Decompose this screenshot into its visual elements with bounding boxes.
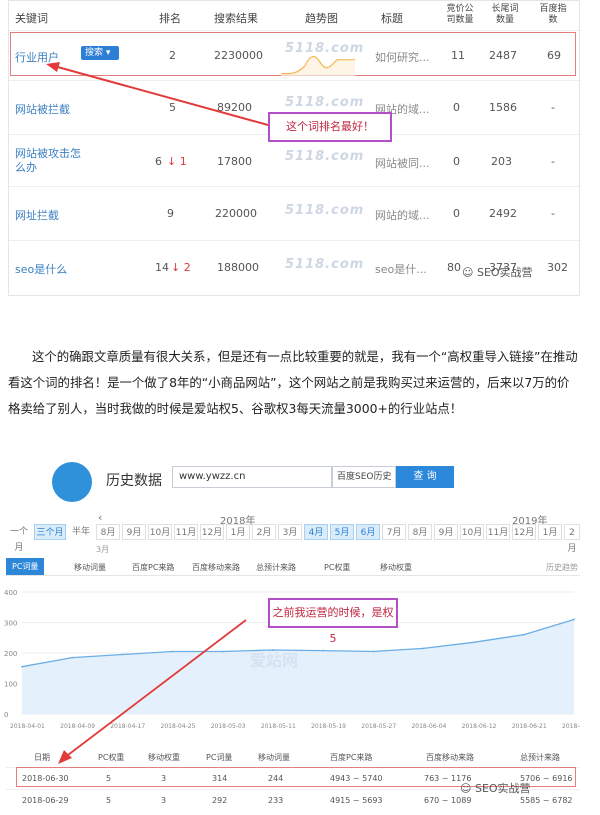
history-type-select[interactable]: 百度SEO历史	[332, 466, 396, 488]
y-tick-label: 400	[4, 589, 17, 597]
month-option[interactable]: 6月	[356, 524, 380, 540]
cell-value: 233	[268, 796, 284, 805]
month-option[interactable]: 3月	[278, 524, 302, 540]
col-pc-words: PC词量	[206, 753, 233, 762]
month-option[interactable]: 1月	[538, 524, 562, 540]
chevron-left-icon[interactable]: ‹	[98, 511, 102, 524]
month-option[interactable]: 7月	[382, 524, 406, 540]
tab-pc-words[interactable]: PC词量	[6, 558, 45, 575]
month-option[interactable]: 10月	[148, 524, 172, 540]
month-option[interactable]: 4月	[304, 524, 328, 540]
range-option[interactable]: 三个月	[34, 524, 66, 540]
tab-baidu-pc[interactable]: 百度PC来路	[132, 562, 174, 573]
pointer-arrow	[46, 62, 269, 126]
tab-mobile-words[interactable]: 移动词量	[74, 562, 106, 573]
article-paragraph: 这个的确跟文章质量有很大关系，但是还有一点比较重要的就是，我有一个“高权重导入链…	[8, 349, 578, 416]
month-option[interactable]: 11月	[174, 524, 198, 540]
cell-date: 2018-06-29	[22, 796, 69, 805]
range-option[interactable]: 一个月	[6, 524, 32, 553]
month-option[interactable]: 8月	[408, 524, 432, 540]
wechat-icon: ☺	[462, 266, 474, 279]
tab-baidu-mobile[interactable]: 百度移动来路	[192, 562, 240, 573]
col-baidu-mobile: 百度移动来路	[426, 753, 474, 762]
month-selector: 一个月 三个月 半年 8月 9月 10月 11月 12月 1月 2月 3月 4月…	[6, 524, 580, 554]
brand-text: SEO实战营	[476, 266, 533, 279]
month-option[interactable]: 2月	[252, 524, 276, 540]
month-option[interactable]: 5月	[330, 524, 354, 540]
col-date: 日期	[34, 753, 50, 762]
month-option[interactable]: 9月	[434, 524, 458, 540]
col-pc-weight: PC权重	[98, 753, 125, 762]
col-baidu-pc: 百度PC来路	[330, 753, 373, 762]
cell-value: 670 ~ 1089	[424, 796, 472, 805]
range-option[interactable]: 半年	[68, 524, 94, 540]
callout-best-rank: 这个词排名最好！	[268, 112, 392, 142]
month-option[interactable]: 12月	[512, 524, 536, 540]
col-total: 总预计来路	[520, 753, 560, 762]
brand-watermark: ☺ SEO实战营	[460, 780, 531, 796]
history-title: 历史数据	[106, 473, 162, 489]
tab-total-traffic[interactable]: 总预计来路	[256, 562, 296, 573]
cell-value: 3	[161, 796, 167, 805]
month-option[interactable]: 12月	[200, 524, 224, 540]
wechat-icon: ☺	[460, 782, 472, 795]
brand-text: SEO实战营	[474, 782, 531, 795]
month-option[interactable]: 11月	[486, 524, 510, 540]
month-option[interactable]: 10月	[460, 524, 484, 540]
metric-tabs: PC词量 移动词量 百度PC来路 百度移动来路 总预计来路 PC权重 移动权重 …	[6, 558, 580, 576]
query-button[interactable]: 查 询	[396, 466, 454, 488]
history-trend-link[interactable]: 历史趋势	[546, 562, 578, 573]
brand-watermark: ☺ SEO实战营	[462, 264, 533, 280]
month-option[interactable]: 8月	[96, 524, 120, 540]
col-mobile-words: 移动词量	[258, 753, 290, 762]
layers-icon	[52, 462, 92, 502]
url-input[interactable]: www.ywzz.cn	[172, 466, 332, 488]
tab-pc-weight[interactable]: PC权重	[324, 562, 350, 573]
month-option[interactable]: 2月	[564, 524, 580, 554]
history-table-header: 日期 PC权重 移动权重 PC词量 移动词量 百度PC来路 百度移动来路 总预计…	[6, 746, 580, 768]
cell-value: 5585 ~ 6782	[520, 796, 573, 805]
month-option[interactable]: 1月	[226, 524, 250, 540]
cell-value: 5	[106, 796, 112, 805]
cell-value: 4915 ~ 5693	[330, 796, 383, 805]
cell-value: 292	[212, 796, 228, 805]
month-option[interactable]: 9月	[122, 524, 146, 540]
tab-mobile-weight[interactable]: 移动权重	[380, 562, 412, 573]
col-mobile-weight: 移动权重	[148, 753, 180, 762]
month-option[interactable]: 3月	[96, 544, 109, 555]
